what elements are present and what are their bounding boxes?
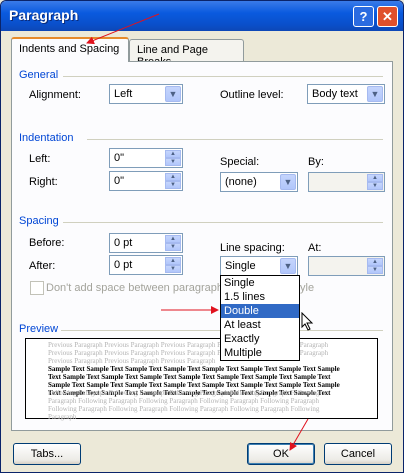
right-indent-label: Right: (29, 176, 58, 188)
preview-following-paragraph: Following Paragraph Following Paragraph … (48, 389, 322, 421)
option-exactly[interactable]: Exactly (221, 332, 299, 346)
window-title: Paragraph (9, 7, 79, 23)
preview-previous-paragraph: Previous Paragraph Previous Paragraph Pr… (48, 341, 330, 365)
spin-up-icon[interactable]: ▲ (165, 235, 181, 243)
special-select[interactable]: (none) ▼ (220, 172, 298, 192)
alignment-label: Alignment: (29, 89, 81, 101)
spin-down-icon[interactable]: ▼ (367, 182, 383, 190)
option-single[interactable]: Single (221, 276, 299, 290)
line-spacing-select[interactable]: Single ▼ (220, 256, 298, 276)
left-indent-label: Left: (29, 153, 51, 165)
alignment-value: Left (114, 88, 133, 100)
after-label: After: (29, 260, 56, 272)
divider (87, 139, 383, 140)
help-button[interactable]: ? (353, 6, 374, 27)
right-indent-spinner[interactable]: 0" ▲ ▼ (109, 171, 183, 191)
indentation-section-header: Indentation (19, 132, 74, 144)
at-label: At: (308, 242, 322, 254)
spin-up-icon[interactable]: ▲ (367, 258, 383, 266)
outline-level-label: Outline level: (220, 89, 284, 101)
by-label: By: (308, 156, 324, 168)
before-label: Before: (29, 237, 65, 249)
title-bar[interactable]: Paragraph ? ✕ (1, 1, 403, 31)
alignment-select[interactable]: Left ▼ (109, 84, 183, 104)
outline-level-select[interactable]: Body text ▼ (307, 84, 385, 104)
at-spinner[interactable]: ▲ ▼ (308, 256, 385, 276)
line-spacing-value: Single (225, 260, 256, 272)
spin-up-icon[interactable]: ▲ (165, 173, 181, 181)
general-section-header: General (19, 69, 59, 81)
spin-down-icon[interactable]: ▼ (165, 265, 181, 273)
ok-button[interactable]: OK (247, 443, 315, 465)
divider (63, 222, 383, 223)
option-double[interactable]: Double (221, 304, 299, 318)
special-label: Special: (220, 156, 260, 168)
line-spacing-label: Line spacing: (220, 242, 285, 254)
left-indent-value: 0" (114, 152, 125, 164)
spin-up-icon[interactable]: ▲ (165, 150, 181, 158)
tabs-button[interactable]: Tabs... (13, 443, 81, 465)
option-at-least[interactable]: At least (221, 318, 299, 332)
spin-down-icon[interactable]: ▼ (367, 266, 383, 274)
preview-section-header: Preview (19, 323, 59, 335)
spin-down-icon[interactable]: ▼ (165, 243, 181, 251)
spacing-section-header: Spacing (19, 215, 59, 227)
spacing-after-value: 0 pt (114, 259, 133, 271)
spacing-before-value: 0 pt (114, 237, 133, 249)
tab-indents-and-spacing[interactable]: Indents and Spacing (11, 37, 129, 62)
spin-down-icon[interactable]: ▼ (165, 158, 181, 166)
left-indent-spinner[interactable]: 0" ▲ ▼ (109, 148, 183, 168)
outline-level-value: Body text (312, 88, 358, 100)
spin-up-icon[interactable]: ▲ (367, 174, 383, 182)
option-1-5-lines[interactable]: 1.5 lines (221, 290, 299, 304)
chevron-down-icon[interactable]: ▼ (280, 258, 296, 274)
spacing-after-spinner[interactable]: 0 pt ▲ ▼ (109, 255, 183, 275)
spacing-before-spinner[interactable]: 0 pt ▲ ▼ (109, 233, 183, 253)
special-value: (none) (225, 176, 257, 188)
dont-add-space-checkbox[interactable] (30, 281, 44, 295)
cancel-button[interactable]: Cancel (324, 443, 392, 465)
tab-line-and-page-breaks[interactable]: Line and Page Breaks (129, 39, 244, 68)
spin-down-icon[interactable]: ▼ (165, 181, 181, 189)
divider (63, 76, 383, 77)
line-spacing-dropdown-list: Single 1.5 lines Double At least Exactly… (220, 275, 300, 361)
dont-add-space-label-tail: yle (300, 282, 315, 294)
dont-add-space-label: Don't add space between paragraph (46, 282, 224, 294)
option-multiple[interactable]: Multiple (221, 346, 299, 360)
chevron-down-icon[interactable]: ▼ (367, 86, 383, 102)
chevron-down-icon[interactable]: ▼ (280, 174, 296, 190)
spin-up-icon[interactable]: ▲ (165, 257, 181, 265)
mouse-cursor-icon (301, 312, 314, 331)
by-spinner[interactable]: ▲ ▼ (308, 172, 385, 192)
right-indent-value: 0" (114, 175, 125, 187)
close-button[interactable]: ✕ (377, 6, 398, 27)
chevron-down-icon[interactable]: ▼ (165, 86, 181, 102)
paragraph-dialog: Paragraph ? ✕ Indents and Spacing Line a… (0, 0, 404, 473)
preview-pane: Previous Paragraph Previous Paragraph Pr… (25, 338, 378, 421)
